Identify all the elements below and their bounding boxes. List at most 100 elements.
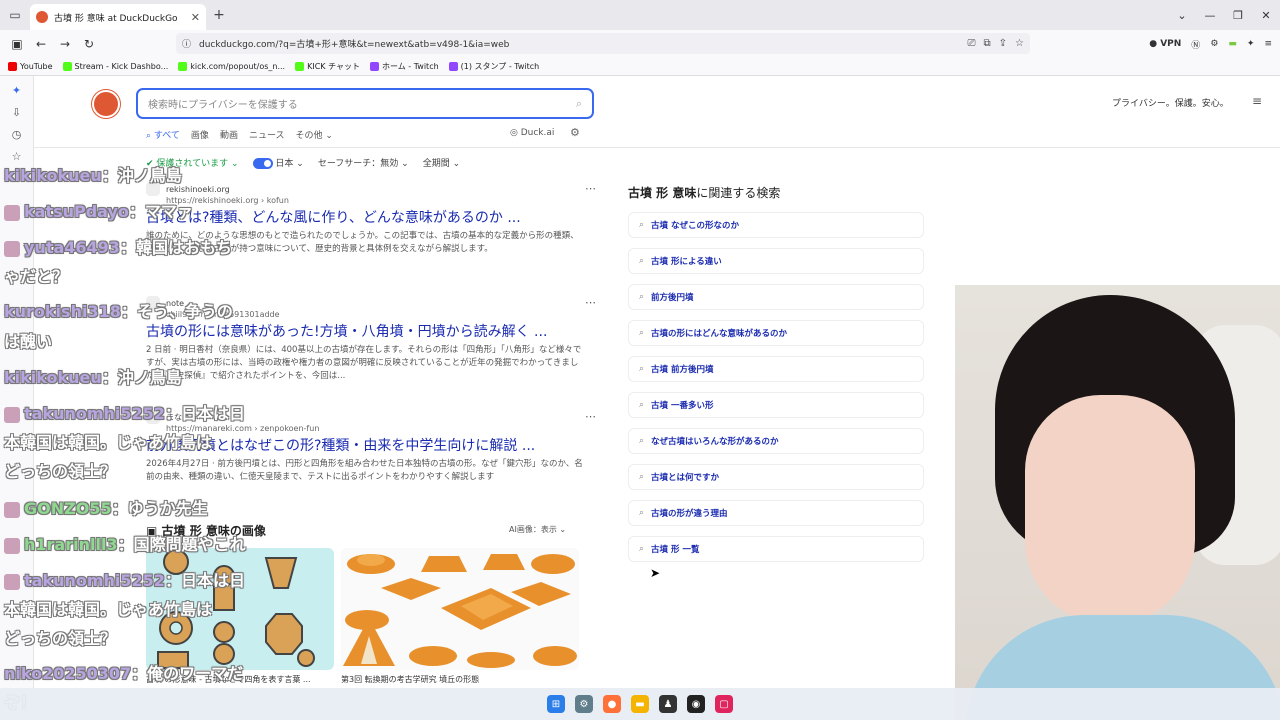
tab-more[interactable]: その他 ⌄ (296, 128, 333, 141)
settings-app-icon[interactable]: ⚙ (575, 695, 593, 713)
related-heading-query: 古墳 形 意味 (628, 186, 697, 200)
tab-more-label: その他 (295, 131, 323, 141)
related-search-item[interactable]: ⌕ 古墳の形が違う理由 (628, 500, 924, 526)
bookmark-label: Stream - Kick Dashbo... (74, 62, 169, 71)
screenshot-icon[interactable]: ⎚ (968, 38, 976, 49)
related-search-item[interactable]: ⌕ 前方後円墳 (628, 284, 924, 310)
tab-list-icon[interactable]: ▭ (0, 0, 30, 30)
related-search-item[interactable]: ⌕ 古墳 前方後円墳 (628, 356, 924, 382)
game-app-icon[interactable]: ♟ (659, 695, 677, 713)
share-icon[interactable]: ⇪ (999, 38, 1007, 49)
result-title[interactable]: 古墳の形には意味があった!方墳・八角墳・円墳から読み解く ... (146, 321, 586, 341)
result-more-icon[interactable]: ⋯ (585, 410, 596, 423)
chat-username: takunomhi5252 (24, 404, 165, 423)
history-icon[interactable]: ◷ (0, 128, 33, 142)
chat-text: ：国際問題やこれ (117, 535, 246, 554)
obs-icon[interactable]: ◉ (687, 695, 705, 713)
search-icon[interactable]: ⌕ (576, 97, 582, 111)
firefox-icon[interactable]: ● (603, 695, 621, 713)
translate-icon[interactable]: ⧉ (984, 38, 991, 49)
settings-gear-icon[interactable]: ⚙ (570, 126, 580, 139)
result-site[interactable]: rekishinoeki.org (146, 182, 586, 196)
related-search-item[interactable]: ⌕ なぜ古墳はいろんな形があるのか (628, 428, 924, 454)
chat-username: kurokishi318 (4, 302, 121, 321)
related-search-item[interactable]: ⌕ 古墳の形にはどんな意味があるのか (628, 320, 924, 346)
twitch-icon (448, 62, 458, 71)
time-filter[interactable]: 全期間 ⌄ (423, 156, 460, 169)
image-thumbnail[interactable] (341, 548, 579, 670)
address-bar[interactable]: ⓘ duckduckgo.com/?q=古墳+形+意味&t=newext&atb… (176, 33, 1030, 54)
reload-button[interactable]: ↻ (77, 37, 101, 51)
related-search-item[interactable]: ⌕ 古墳 なぜこの形なのか (628, 212, 924, 238)
result-title[interactable]: 古墳とは?種類、どんな風に作り、どんな意味があるのか ... (146, 207, 586, 227)
duck-ai-button[interactable]: ◎ Duck.ai (510, 128, 554, 138)
tab-overflow-icon[interactable]: ⌄ (1168, 9, 1196, 22)
bookmark-youtube[interactable]: YouTube (8, 62, 53, 71)
chat-message: niko20250307：俺のワーマだ (4, 660, 243, 684)
new-tab-button[interactable]: + (206, 7, 232, 23)
bookmark-twitch-home[interactable]: ホーム - Twitch (370, 61, 439, 72)
bookmark-kick-dashboard[interactable]: Stream - Kick Dashbo... (62, 62, 169, 71)
bookmark-star-icon[interactable]: ☆ (1015, 38, 1024, 49)
related-search-label: 古墳 一番多い形 (651, 401, 714, 411)
forward-button[interactable]: → (53, 37, 77, 51)
related-search-item[interactable]: ⌕ 古墳 形による違い (628, 248, 924, 274)
tab-news[interactable]: ニュース (249, 128, 285, 141)
maximize-button[interactable]: ❐ (1224, 9, 1252, 22)
result-url[interactable]: https://rekishinoeki.org › kofun (166, 196, 586, 205)
result-more-icon[interactable]: ⋯ (585, 296, 596, 309)
file-explorer-icon[interactable]: ▬ (631, 695, 649, 713)
related-search-item[interactable]: ⌕ 古墳 一番多い形 (628, 392, 924, 418)
tab-images[interactable]: 画像 (191, 128, 209, 141)
windows-start-icon[interactable]: ⊞ (547, 695, 565, 713)
browser-tab[interactable]: 古墳 形 意味 at DuckDuckGo ✕ (30, 4, 206, 30)
privacy-tagline: プライバシー。保護。安心。 (1112, 99, 1229, 109)
ai-sparkle-icon[interactable]: ✦ (0, 84, 33, 98)
downloads-icon[interactable]: ⇩ (0, 106, 33, 120)
related-search-item[interactable]: ⌕ 古墳 形 一覧 (628, 536, 924, 562)
region-toggle[interactable] (252, 158, 273, 169)
safe-search-filter[interactable]: セーフサーチ：無効 ⌄ (318, 156, 409, 169)
bookmark-label: ホーム - Twitch (382, 62, 439, 71)
bookmark-kick-chat[interactable]: KICK チャット (295, 61, 360, 72)
extensions-icon[interactable]: ⚙ (1210, 39, 1218, 49)
sidebar-toggle-icon[interactable]: ▣ (5, 37, 29, 51)
chat-text: ：韓国はおもち (119, 238, 232, 257)
search-placeholder: 検索時にプライバシーを保護する (148, 100, 298, 111)
vpn-button[interactable]: ● VPN (1149, 39, 1181, 49)
profile-avatar[interactable]: Ⓝ (1191, 38, 1200, 51)
app-menu-icon[interactable]: ≡ (1264, 39, 1272, 49)
chat-text: ：日本は日 (164, 404, 245, 423)
ai-images-label: AI画像：表示 (509, 525, 557, 534)
close-window-button[interactable]: ✕ (1252, 9, 1280, 22)
media-app-icon[interactable]: ▢ (715, 695, 733, 713)
twitch-icon (370, 62, 379, 71)
tab-all[interactable]: ⌕ すべて (146, 128, 180, 141)
vpn-label: VPN (1160, 39, 1182, 49)
chat-continuation: どっちの領土？ (4, 629, 117, 648)
back-button[interactable]: ← (29, 37, 53, 51)
bookmark-kick-popout[interactable]: kick.com/popout/os_n... (178, 62, 285, 71)
image-caption[interactable]: 第3回 転換期の考古学研究 墳丘の形態 (341, 674, 479, 685)
site-info-icon[interactable]: ⓘ (182, 37, 191, 50)
result-url[interactable]: https://manareki.com › zenpokoen-fun (166, 424, 586, 433)
result-more-icon[interactable]: ⋯ (585, 182, 596, 195)
region-filter[interactable]: 日本 ⌄ (252, 156, 304, 169)
chat-message: GONZO55：ゆうか先生 (4, 495, 208, 519)
related-search-item[interactable]: ⌕ 古墳とは何ですか (628, 464, 924, 490)
hamburger-menu-icon[interactable]: ≡ (1252, 94, 1262, 108)
bookmark-twitch-stamps[interactable]: (1) スタンプ - Twitch (448, 61, 539, 72)
chat-message: katsuPdayo：ママァ (4, 198, 193, 222)
tab-videos[interactable]: 動画 (220, 128, 238, 141)
url-text[interactable]: duckduckgo.com/?q=古墳+形+意味&t=newext&atb=v… (199, 37, 509, 50)
chat-message: yuta46493：韓国はおもち (4, 234, 232, 258)
duckduckgo-logo-icon[interactable] (92, 90, 120, 118)
bookmark-label: kick.com/popout/os_n... (190, 62, 286, 71)
close-tab-icon[interactable]: ✕ (191, 11, 200, 24)
ai-images-toggle[interactable]: AI画像：表示 ⌄ (509, 524, 566, 535)
battery-extension-icon[interactable]: ▬ (1228, 39, 1237, 49)
streamer-face (1025, 395, 1195, 625)
search-input[interactable]: 検索時にプライバシーを保護する ⌕ (136, 88, 594, 119)
minimize-button[interactable]: — (1196, 9, 1224, 22)
extension-puzzle-icon[interactable]: ✦ (1247, 39, 1255, 49)
